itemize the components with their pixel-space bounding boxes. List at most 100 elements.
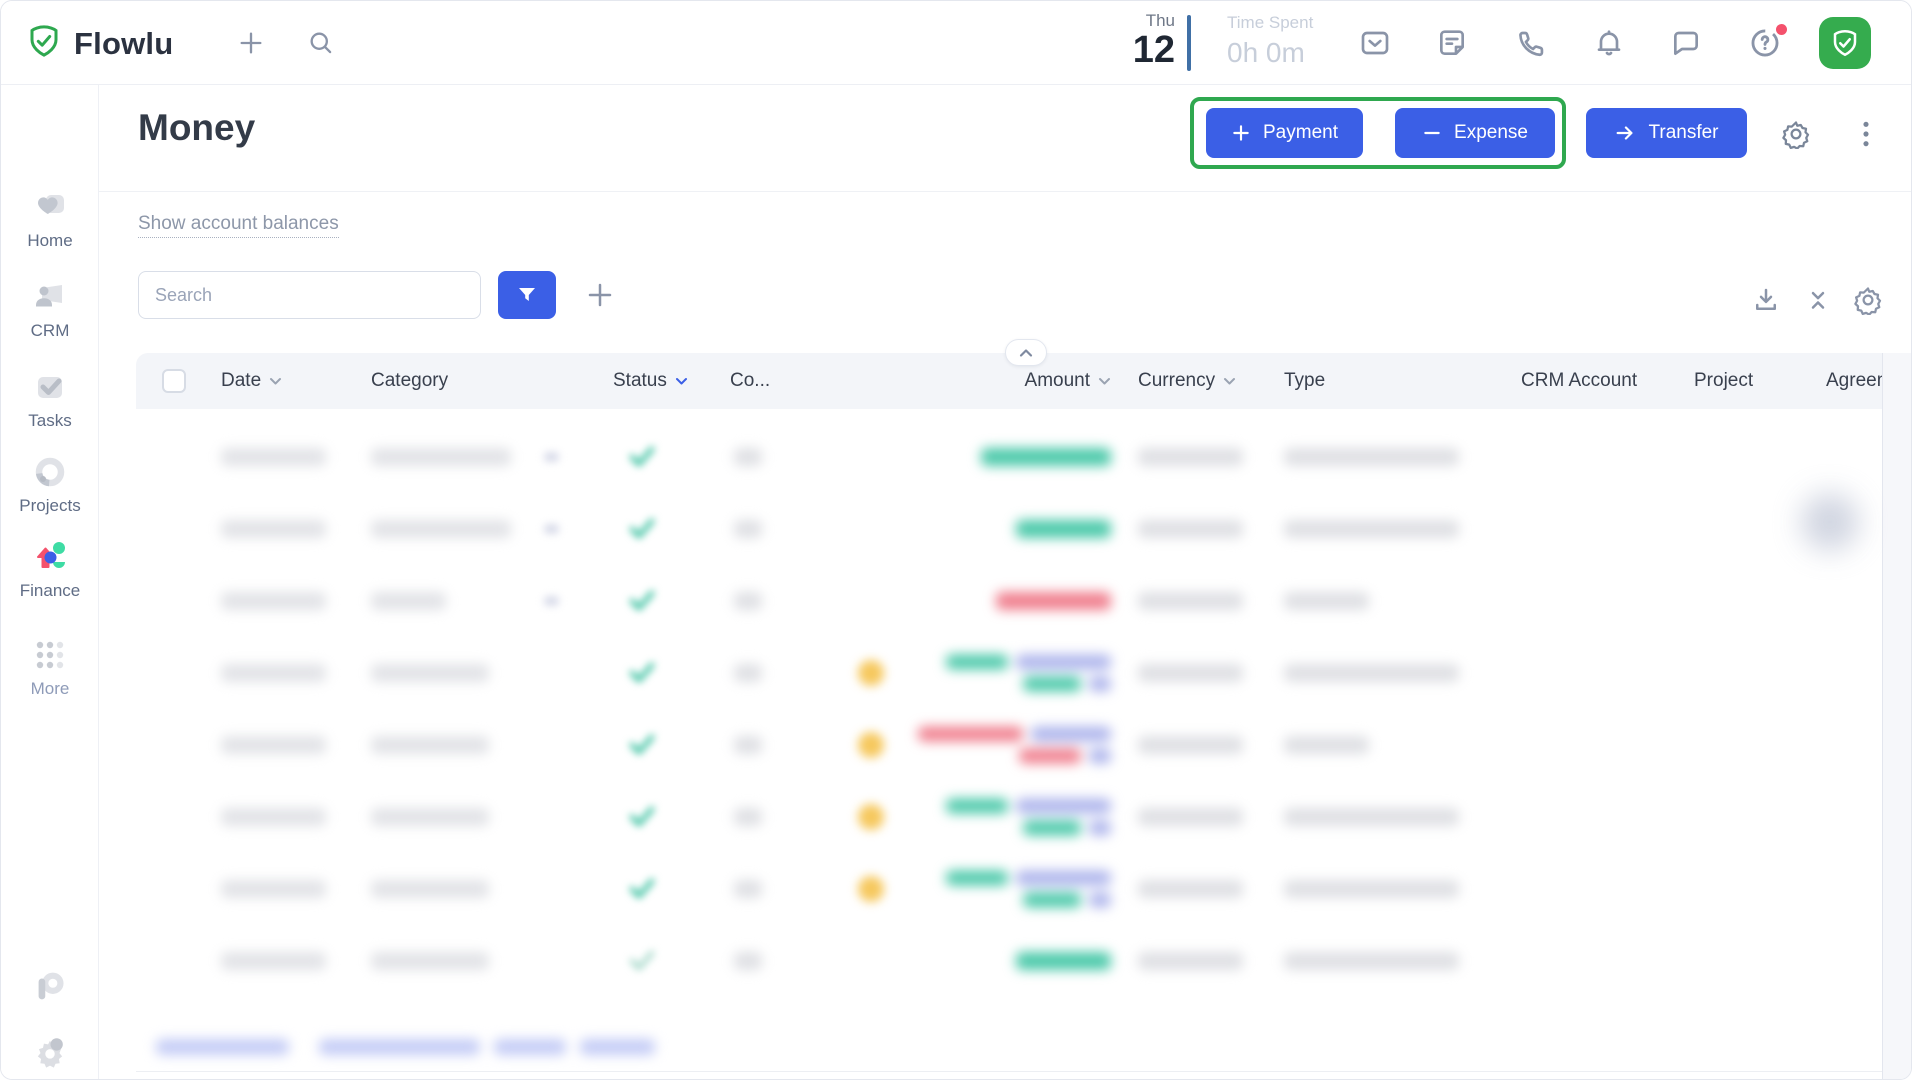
sidebar-item-label: Tasks [1, 411, 99, 431]
flowlu-apps-icon[interactable] [1, 969, 99, 1007]
table-row[interactable] [136, 853, 1912, 925]
warning-dot-icon [858, 732, 884, 758]
more-options-kebab-icon[interactable] [1853, 119, 1879, 154]
column-label: Date [221, 370, 261, 392]
flowlu-logo[interactable]: Flowlu [26, 23, 173, 64]
bottom-divider [136, 1071, 1911, 1072]
blurred-cell [1284, 664, 1459, 682]
blurred-cell [221, 880, 326, 898]
table-row[interactable] [136, 565, 1912, 637]
blurred-cell [1138, 448, 1243, 466]
blurred-cell [371, 448, 511, 466]
account-avatar[interactable] [1819, 17, 1871, 69]
status-check-icon [628, 877, 656, 904]
footer-link-blurred[interactable] [156, 1039, 289, 1055]
sort-chevron-icon [1098, 377, 1111, 386]
sidebar-item-more[interactable]: More [1, 635, 99, 699]
table-row[interactable] [136, 925, 1912, 997]
notes-icon[interactable] [1430, 1, 1474, 85]
column-header-currency[interactable]: Currency [1138, 353, 1236, 409]
time-spent-value: 0h 0m [1227, 37, 1313, 69]
status-check-icon [628, 949, 656, 976]
blurred-cell [734, 880, 762, 898]
flowlu-shield-icon [26, 23, 62, 64]
blurred-cell [221, 592, 326, 610]
blurred-cell [221, 448, 326, 466]
footer-link-blurred[interactable] [319, 1039, 480, 1055]
phone-icon[interactable] [1509, 1, 1553, 85]
status-check-icon [628, 661, 656, 688]
money-settings-gear-icon[interactable] [1781, 119, 1811, 154]
amount-blurred [946, 871, 1111, 908]
notifications-bell-icon[interactable] [1587, 1, 1631, 85]
export-download-icon[interactable] [1751, 285, 1781, 320]
blurred-cell [1284, 592, 1369, 610]
amount-blurred [946, 799, 1111, 836]
table-settings-gear-icon[interactable] [1853, 285, 1883, 320]
blurred-cell [371, 808, 489, 826]
filter-button[interactable] [498, 271, 556, 319]
amount-blurred [918, 727, 1111, 764]
column-label: Co... [730, 370, 770, 392]
blurred-cell [734, 520, 762, 538]
column-header-type[interactable]: Type [1284, 353, 1325, 409]
sidebar-item-finance[interactable]: Finance [1, 537, 99, 601]
sidebar-item-label: Finance [1, 581, 99, 601]
status-check-icon [628, 805, 656, 832]
table-row[interactable] [136, 781, 1912, 853]
settings-icon[interactable] [1, 1033, 99, 1071]
blurred-cell [1284, 520, 1459, 538]
amount-blurred [1016, 952, 1111, 970]
sort-chevron-icon [269, 377, 282, 386]
table-row[interactable] [136, 493, 1912, 565]
collapse-table-pill[interactable] [1005, 339, 1047, 366]
column-header-status[interactable]: Status [613, 353, 688, 409]
search-icon[interactable] [301, 1, 341, 85]
column-header-co[interactable]: Co... [730, 353, 770, 409]
sort-chevron-icon [675, 377, 688, 386]
sidebar-item-crm[interactable]: CRM [1, 277, 99, 341]
tasks-icon [1, 367, 99, 407]
collapse-rows-icon[interactable] [1803, 285, 1833, 320]
sidebar-item-tasks[interactable]: Tasks [1, 367, 99, 431]
table-row[interactable] [136, 709, 1912, 781]
column-label: Currency [1138, 370, 1215, 392]
chat-icon[interactable] [1664, 1, 1708, 85]
table-row[interactable] [136, 421, 1912, 493]
show-account-balances-link[interactable]: Show account balances [138, 213, 339, 238]
footer-link-blurred[interactable] [494, 1039, 566, 1055]
add-payment-button[interactable]: Payment [1206, 108, 1363, 158]
global-add-icon[interactable] [231, 1, 271, 85]
warning-dot-icon [858, 804, 884, 830]
blurred-cell [1138, 664, 1243, 682]
table-row[interactable] [136, 637, 1912, 709]
column-label: Amount [1025, 370, 1090, 392]
flowlu-app-window: Flowlu Thu 12 Time Spent 0h 0m [0, 0, 1912, 1080]
footer-link-blurred[interactable] [580, 1039, 655, 1055]
status-check-icon [628, 589, 656, 616]
sidebar-nav: Home CRM Tasks Projects Finance More [1, 85, 99, 1080]
column-header-date[interactable]: Date [221, 353, 282, 409]
blurred-cell [221, 952, 326, 970]
blurred-floating-element [1801, 493, 1859, 551]
select-all-checkbox[interactable] [162, 369, 186, 393]
table-header-row: Date Category Status Co... Amount Currency Typ… [136, 353, 1912, 409]
transfer-button[interactable]: Transfer [1586, 108, 1747, 158]
search-input[interactable] [138, 271, 481, 319]
column-header-crm-account[interactable]: CRM Account [1521, 353, 1637, 409]
sidebar-item-label: Home [1, 231, 99, 251]
column-header-project[interactable]: Project [1694, 353, 1753, 409]
sidebar-item-home[interactable]: Home [1, 187, 99, 251]
column-header-category[interactable]: Category [371, 353, 448, 409]
blurred-cell [371, 520, 511, 538]
sidebar-item-label: CRM [1, 321, 99, 341]
help-icon[interactable] [1743, 1, 1787, 85]
sidebar-item-projects[interactable]: Projects [1, 452, 99, 516]
mail-icon[interactable] [1353, 1, 1397, 85]
add-filter-icon[interactable] [578, 271, 622, 319]
calendar-date[interactable]: Thu 12 [1119, 11, 1175, 69]
time-spent-widget[interactable]: Time Spent 0h 0m [1227, 13, 1313, 69]
add-expense-button[interactable]: Expense [1395, 108, 1555, 158]
column-label: Category [371, 370, 448, 392]
status-check-icon [628, 445, 656, 472]
